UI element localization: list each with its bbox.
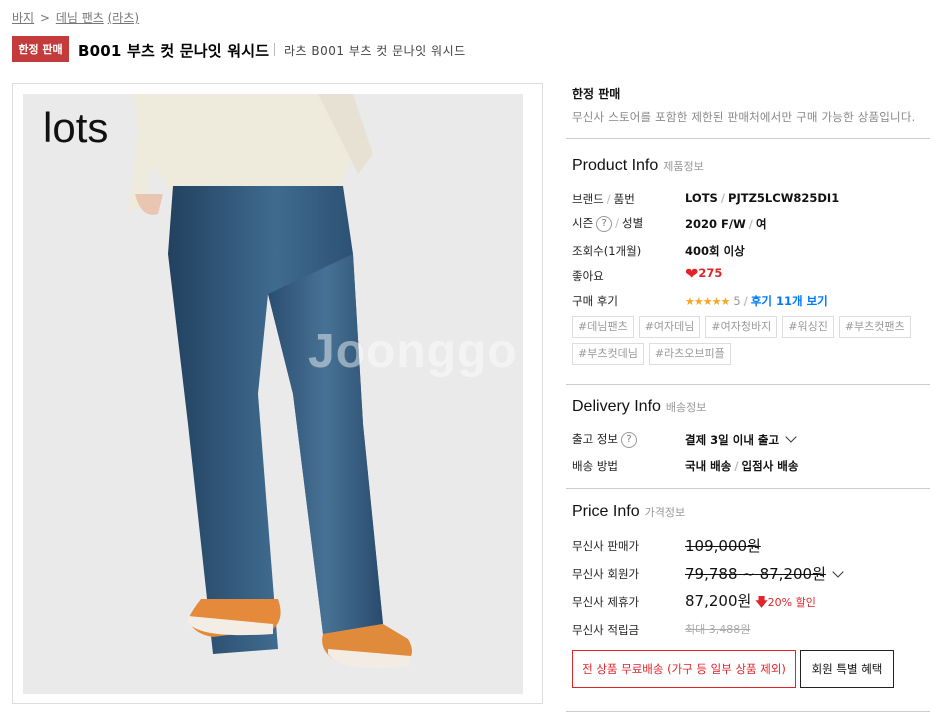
member-price: 79,788 ~ 87,200원: [685, 565, 826, 583]
member-price-label: 무신사 회원가: [572, 567, 640, 581]
product-info-title-en: Product Info: [572, 157, 659, 174]
watermark: Joonggo: [308, 325, 518, 378]
breadcrumb-item-denim[interactable]: 데님 팬츠: [56, 11, 104, 25]
divider: [566, 384, 930, 385]
delivery-info-title: Delivery Info 배송정보: [572, 398, 706, 416]
breadcrumb-item-pants[interactable]: 바지: [12, 11, 34, 25]
product-info-title-ko: 제품정보: [663, 160, 704, 173]
tag-list: #데님팬츠 #여자데님 #여자청바지 #워싱진 #부츠컷팬츠 #부츠컷데님 #라…: [572, 316, 932, 365]
ship-value[interactable]: 결제 3일 이내 출고: [685, 431, 797, 448]
tag-item[interactable]: #부츠컷팬츠: [838, 316, 911, 338]
breadcrumb-item-brand[interactable]: (라츠): [108, 11, 139, 25]
question-icon[interactable]: ?: [620, 431, 637, 448]
price-info-title-ko: 가격정보: [644, 506, 686, 519]
member-price-value[interactable]: 79,788 ~ 87,200원: [685, 563, 844, 584]
limited-desc: 무신사 스토어를 포함한 제한된 판매처에서만 구매 가능한 상품입니다.: [572, 110, 916, 124]
brand-label: 브랜드: [572, 192, 604, 206]
product-info-title: Product Info 제품정보: [572, 157, 704, 175]
discount-rate: 20% 할인: [767, 596, 816, 609]
chevron-down-icon[interactable]: [832, 566, 844, 578]
delivery-info-title-ko: 배송정보: [665, 401, 707, 414]
partner-price: 87,200원: [685, 592, 752, 610]
breadcrumb-separator: >: [39, 11, 50, 25]
title-divider: [274, 43, 275, 56]
partner-price-value: 87,200원 🡇20% 할인: [685, 590, 816, 614]
sale-price-label: 무신사 판매가: [572, 539, 640, 553]
likes-value[interactable]: ❤275: [685, 264, 722, 283]
delivery-info-title-en: Delivery Info: [572, 398, 661, 415]
likes-count: 275: [698, 266, 723, 280]
breadcrumb: 바지 > 데님 팬츠 (라츠): [12, 9, 139, 26]
views-value: 400회 이상: [685, 244, 745, 258]
tag-item[interactable]: #데님팬츠: [572, 316, 634, 338]
tag-item[interactable]: #여자데님: [638, 316, 701, 338]
product-image[interactable]: lots Joonggo: [23, 94, 523, 694]
tag-item[interactable]: #부츠컷데님: [572, 343, 644, 365]
ship-label-text: 출고 정보: [572, 432, 618, 446]
method-label: 배송 방법: [572, 459, 618, 473]
sale-price-value: 109,000원: [685, 535, 761, 556]
views-label: 조회수(1개월): [572, 244, 642, 258]
review-link[interactable]: 후기 11개 보기: [751, 294, 828, 308]
divider: [566, 488, 930, 489]
tag-item[interactable]: #워싱진: [782, 316, 834, 338]
star-rating: ★★★★★: [685, 295, 730, 308]
review-score: 5: [733, 294, 741, 308]
member-benefit-button[interactable]: 회원 특별 혜택: [800, 650, 894, 688]
season-value: 2020 F/W: [685, 217, 746, 231]
divider: [566, 711, 930, 712]
method-value: 국내 배송 / 입점사 배송: [685, 459, 799, 473]
sale-price: 109,000원: [685, 537, 761, 555]
jeans-photo: [128, 94, 412, 669]
points-label: 무신사 적립금: [572, 623, 640, 637]
brand-code-value: LOTS / PJTZ5LCW825DI1: [685, 191, 840, 205]
code-value: PJTZ5LCW825DI1: [728, 191, 840, 205]
brand-code-label: 브랜드 / 품번: [572, 192, 635, 206]
product-subtitle: 라츠 B001 부츠 컷 문나잇 워시드: [284, 44, 466, 58]
review-label: 구매 후기: [572, 294, 618, 308]
product-title: B001 부츠 컷 문나잇 워시드: [78, 42, 270, 60]
heart-icon[interactable]: ❤: [685, 264, 698, 283]
review-value: ★★★★★ 5/후기 11개 보기: [685, 294, 828, 308]
code-label: 품번: [613, 192, 635, 206]
method-vendor: 입점사 배송: [741, 459, 799, 473]
ship-label: 출고 정보?: [572, 431, 637, 448]
arrow-down-icon: 🡇: [755, 595, 768, 609]
season-label: 시즌: [572, 216, 594, 230]
limited-badge: 한정 판매: [12, 36, 69, 62]
tag-item[interactable]: #여자청바지: [705, 316, 778, 338]
free-shipping-button[interactable]: 전 상품 무료배송 (가구 등 일부 상품 제외): [572, 650, 796, 688]
points: 최대 3,488원: [685, 623, 751, 636]
limited-title: 한정 판매: [572, 87, 621, 101]
gender-value: 여: [755, 217, 767, 231]
points-value: 최대 3,488원: [685, 621, 750, 637]
gender-label: 성별: [622, 216, 644, 230]
tag-item[interactable]: #라츠오브피플: [648, 343, 731, 365]
brand-value[interactable]: LOTS: [685, 191, 718, 205]
likes-label: 좋아요: [572, 269, 604, 283]
divider: [566, 138, 930, 139]
brand-logo-text: lots: [43, 104, 109, 151]
chevron-down-icon[interactable]: [785, 431, 797, 443]
price-info-title: Price Info 가격정보: [572, 503, 685, 521]
ship-value-text: 결제 3일 이내 출고: [685, 433, 780, 447]
price-info-title-en: Price Info: [572, 503, 640, 520]
method-domestic: 국내 배송: [685, 459, 732, 473]
question-icon[interactable]: ?: [596, 215, 613, 232]
partner-price-label: 무신사 제휴가: [572, 595, 640, 609]
season-gender-value: 2020 F/W / 여: [685, 217, 767, 231]
season-gender-label: 시즌? / 성별: [572, 215, 644, 232]
